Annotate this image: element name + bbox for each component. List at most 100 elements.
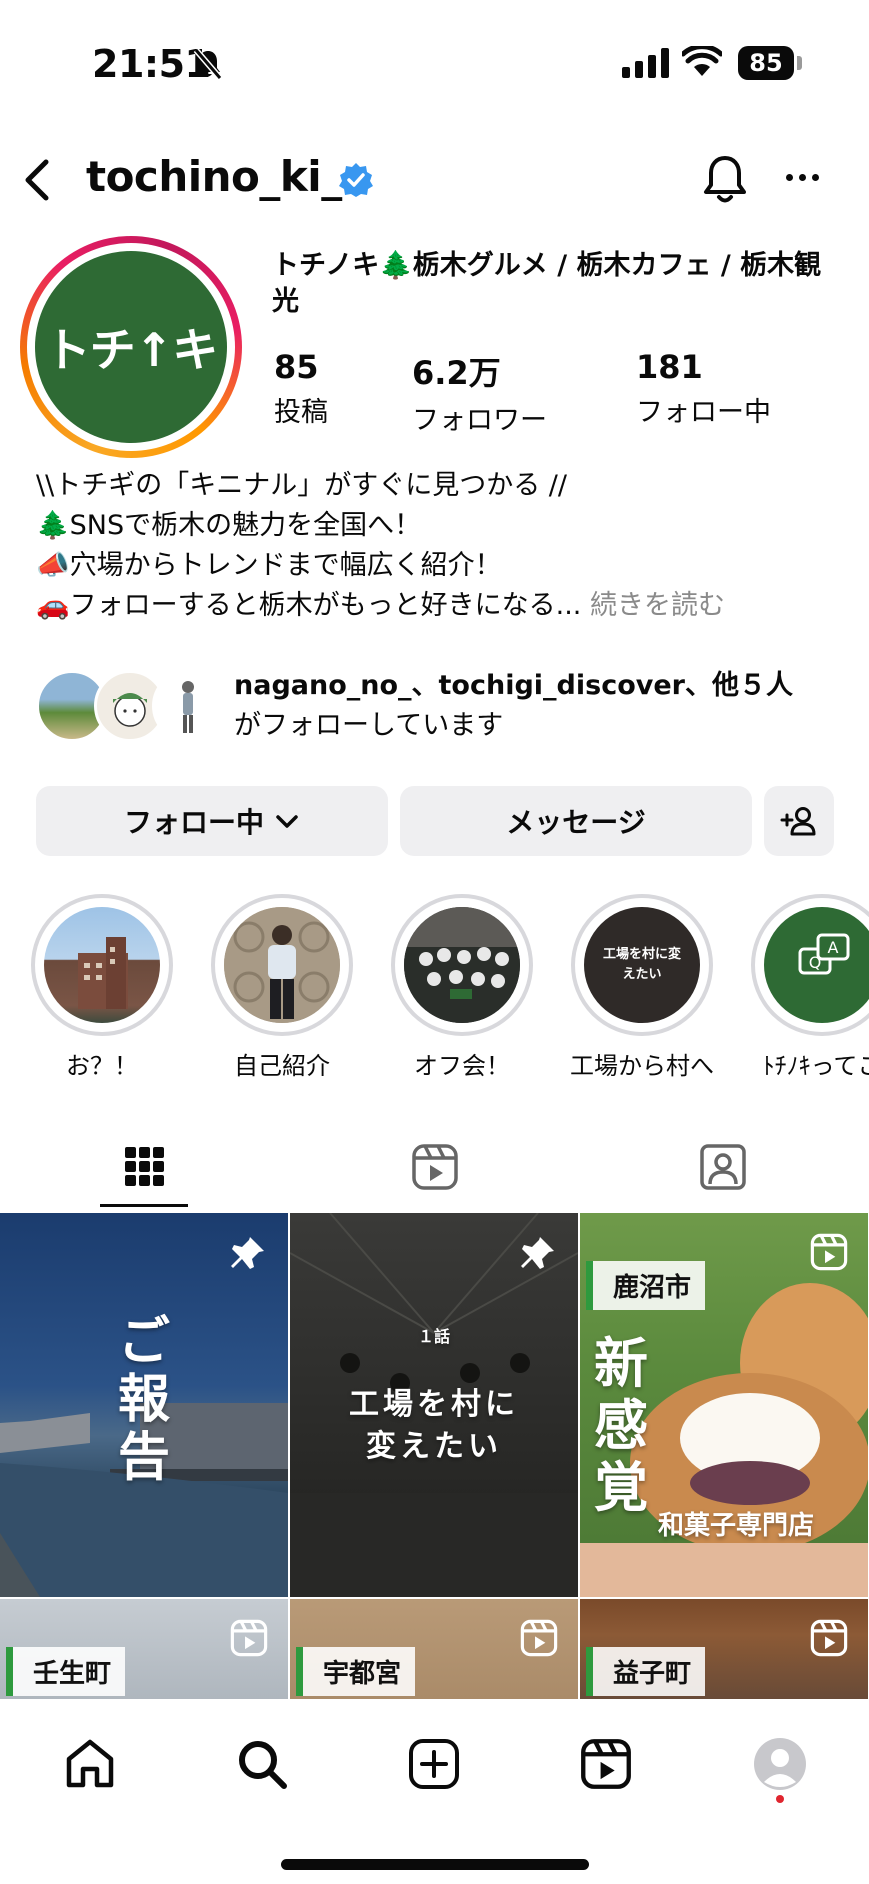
post-location-tag: 壬生町 [6,1647,126,1696]
nav-create[interactable] [399,1729,469,1799]
post-location-tag: 宇都宮 [296,1647,416,1696]
avatar-logo-text: トチ↑キ [44,323,219,377]
stat-following[interactable]: 181 フォロー中 [636,348,771,429]
nav-reels[interactable] [571,1729,641,1799]
bio-line: 📣穴場からトレンドまで幅広く紹介！ [36,550,502,581]
bell-off-icon [193,48,223,80]
followed-by-names[interactable]: nagano_no_、tochigi_discover、他５人 [234,670,793,701]
reels-icon [412,1144,458,1190]
post-thumbnail[interactable]: １話 工場を村に 変えたい [290,1213,578,1597]
bio-line: 🌲SNSで栃木の魅力を全国へ！ [36,510,422,541]
create-post-icon [409,1739,459,1789]
highlight-label: お？！ [66,1052,138,1080]
post-title: ご報告 [118,1312,171,1488]
post-title-line2: 変えたい [366,1429,502,1464]
post-thumbnail[interactable]: 鹿沼市 新感覚 和菓子専門店 [580,1213,868,1597]
highlight-thumbnail [404,907,520,1023]
battery-level: 85 [738,46,794,80]
display-name: トチノキ🌲栃木グルメ / 栃木カフェ / 栃木観光 [272,250,822,317]
wifi-icon [682,46,722,76]
post-thumbnail[interactable]: 壬生町 [0,1599,288,1699]
mutual-followers-avatars[interactable] [36,670,224,742]
message-button[interactable]: メッセージ [400,786,752,856]
search-icon [239,1741,287,1789]
tab-reels[interactable] [390,1132,480,1202]
stat-following-value: 181 [636,348,703,386]
stat-followers[interactable]: 6.2万 フォロワー [412,348,547,437]
stat-posts-label: 投稿 [274,397,328,428]
reel-icon [810,1233,848,1271]
stat-following-label: フォロー中 [636,397,771,428]
home-indicator[interactable] [281,1859,589,1870]
highlight-thumbnail: QA [764,907,869,1023]
grid-icon [125,1147,164,1186]
highlight-label: 工場から村へ [570,1052,714,1080]
post-title: 新感覚 [594,1332,648,1519]
bio: \\トチギの「キニナル」がすぐに見つかる // 🌲SNSで栃木の魅力を全国へ！ … [36,466,836,626]
bio-line: \\トチギの「キニナル」がすぐに見つかる // [36,470,567,501]
nav-home[interactable] [55,1729,125,1799]
stat-posts[interactable]: 85 投稿 [274,348,328,429]
highlight-label: オフ会！ [414,1052,510,1080]
message-button-label: メッセージ [506,806,646,839]
highlight-label: ﾄﾁﾉｷってこ [762,1052,869,1080]
status-bar: 21:51 85 [0,0,869,130]
notification-bell-icon[interactable] [700,152,750,208]
profile-avatar[interactable]: トチ↑キ [20,236,242,458]
tab-grid[interactable] [100,1132,190,1202]
more-options-icon[interactable] [786,174,819,181]
story-highlight[interactable]: オフ会！ [387,894,537,1081]
tagged-person-icon [700,1144,746,1190]
story-highlight[interactable]: お？！ [27,894,177,1081]
story-highlight[interactable]: 自己紹介 [207,894,357,1081]
nav-search[interactable] [227,1729,297,1799]
post-location-tag: 益子町 [586,1647,706,1696]
story-highlight[interactable]: 工場を村に変えたい 工場から村へ [567,894,717,1081]
profile-avatar-icon [754,1738,806,1790]
post-thumbnail[interactable]: 益子町 [580,1599,868,1699]
highlight-thumbnail [224,907,340,1023]
nav-profile[interactable] [745,1729,815,1799]
mutual-follower-avatar [152,670,224,742]
post-subtitle: 和菓子専門店 [658,1511,815,1541]
post-thumbnail[interactable]: ご報告 [0,1213,288,1597]
pin-icon [231,1237,264,1269]
followed-by-text[interactable]: nagano_no_、tochigi_discover、他５人 がフォローしてい… [234,666,844,746]
post-thumbnail[interactable]: 宇都宮 [290,1599,578,1699]
highlight-thumbnail: 工場を村に変えたい [584,907,700,1023]
back-arrow-icon[interactable] [18,156,54,204]
notification-dot [776,1795,784,1803]
followed-by-suffix: がフォローしています [234,710,504,741]
highlight-label: 自己紹介 [234,1052,330,1080]
username: tochino_ki_ [86,152,342,201]
post-episode: １話 [417,1327,450,1346]
stat-followers-value: 6.2万 [412,354,501,392]
posts-grid: ご報告 １話 工場を村に 変えたい 鹿沼市 新感覚 和菓子専門店 壬生町 宇都宮… [0,1213,869,1699]
following-button-label: フォロー中 [123,806,264,839]
post-title-line1: 工場を村に [349,1387,519,1422]
pin-icon [521,1237,554,1269]
bio-line: 🚗フォローすると栃木がもっと好きになる... [36,590,582,621]
active-tab-indicator [100,1204,188,1207]
battery-tip [797,56,802,70]
tab-tagged[interactable] [678,1132,768,1202]
chevron-down-icon [276,815,298,828]
profile-header: tochino_ki_ [0,140,869,220]
bottom-navigation [0,1699,869,1884]
reel-icon [230,1619,268,1657]
highlight-thumbnail-text: 工場を村に変えたい [602,947,681,982]
story-highlight[interactable]: QA ﾄﾁﾉｷってこ [747,894,869,1081]
suggest-people-button[interactable] [764,786,834,856]
profile-tabs [0,1124,869,1214]
post-location-tag: 鹿沼市 [586,1261,706,1310]
reel-icon [810,1619,848,1657]
cellular-signal-icon [622,48,669,78]
verified-badge-icon [339,163,373,197]
following-button[interactable]: フォロー中 [36,786,388,856]
reel-icon [520,1619,558,1657]
home-icon [66,1739,114,1788]
stat-followers-label: フォロワー [412,405,547,436]
svg-text:A: A [828,938,839,957]
read-more-link[interactable]: 続きを読む [590,590,725,621]
stat-posts-value: 85 [274,348,319,386]
